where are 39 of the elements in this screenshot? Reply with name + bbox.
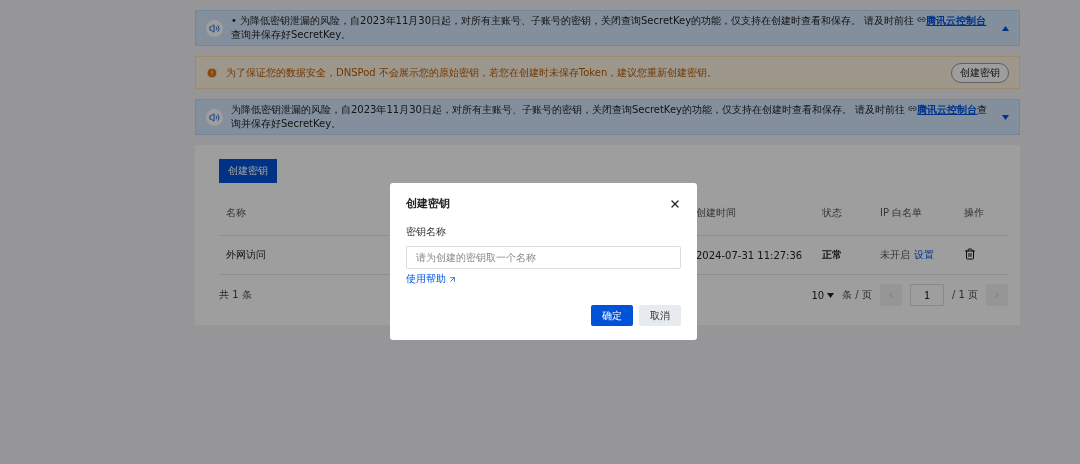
expand-icon[interactable] [1002, 114, 1009, 120]
table-cell: 正常 [822, 248, 842, 262]
trash-icon[interactable] [964, 248, 976, 260]
column-header: 操作 [964, 206, 984, 220]
close-icon[interactable] [669, 198, 681, 210]
confirm-button[interactable]: 确定 [591, 305, 633, 326]
speaker-icon [206, 108, 223, 126]
speaker-icon [206, 19, 223, 37]
cancel-button[interactable]: 取消 [639, 305, 681, 326]
help-link[interactable]: 使用帮助 [406, 272, 446, 286]
total-count: 共 1 条 [219, 288, 252, 302]
alert-icon [206, 66, 218, 79]
column-header: IP 白名单 [880, 206, 923, 220]
create-key-button[interactable]: 创建密钥 [219, 159, 277, 183]
link-icon [908, 104, 918, 113]
notice-text: 为降低密钥泄漏的风险，自2023年11月30日起，对所有主账号、子账号的密钥，关闭查询SecretKey的功能，仅支持在创建时查看和保存。 请及时前往 腾讯云控制台查询并保存好SecretKey。 [231, 103, 989, 131]
create-key-button[interactable]: 创建密钥 [951, 62, 1009, 83]
console-link[interactable]: 腾讯云控制台 [917, 104, 978, 115]
settings-link[interactable]: 设置 [914, 248, 934, 262]
column-header: 状态 [822, 206, 842, 220]
field-label: 密钥名称 [406, 225, 446, 239]
notice-text: • 为降低密钥泄漏的风险，自2023年11月30日起，对所有主账号、子账号的密钥，关闭查询SecretKey的功能，仅支持在创建时查看和保存。 请及时前往 腾讯云控制台 查询并保存好SecretKey。 [231, 14, 988, 42]
page-count: / 1 页 [951, 288, 978, 302]
table-cell: 外网访问 [226, 248, 266, 262]
column-header: 创建时间 [696, 206, 736, 220]
table-cell: 2024-07-31 11:27:36 [696, 249, 803, 261]
link-icon [917, 15, 927, 24]
console-link[interactable]: 腾讯云控制台 [926, 15, 987, 26]
page-input[interactable]: 1 [909, 284, 944, 306]
dialog-title: 创建密钥 [406, 197, 450, 211]
collapse-icon[interactable] [1002, 25, 1009, 31]
per-page-label: 条 / 页 [842, 288, 872, 302]
external-link-icon [448, 274, 457, 284]
warning-text: 为了保证您的数据安全，DNSPod 不会展示您的原始密钥，若您在创建时未保存Token，建议您重新创建密钥。 [226, 65, 719, 80]
column-header: 名称 [226, 206, 246, 220]
page-size-select[interactable]: 10 [811, 289, 835, 301]
key-name-field[interactable]: 请为创建的密钥取一个名称 [406, 246, 681, 269]
table-cell: 未开启 [880, 248, 910, 262]
caret-icon [827, 292, 835, 298]
